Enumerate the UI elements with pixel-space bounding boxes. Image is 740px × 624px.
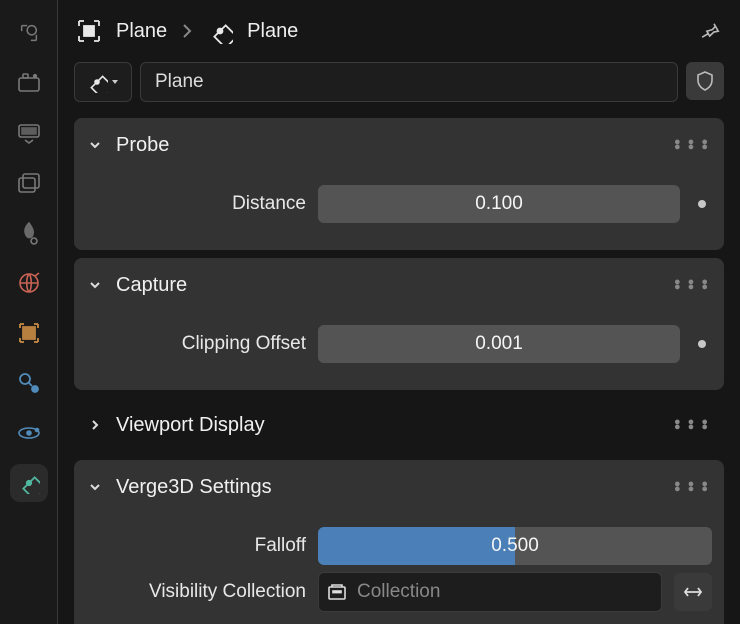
panel-capture: Capture Clipping Offset 0.001 <box>74 258 724 390</box>
tab-output-icon[interactable] <box>16 120 42 146</box>
datablock-name-field[interactable]: Plane <box>140 62 678 102</box>
panel-title: Probe <box>116 134 169 157</box>
clipping-offset-label: Clipping Offset <box>86 333 306 355</box>
datablock-type-selector[interactable] <box>74 62 132 102</box>
visibility-collection-label: Visibility Collection <box>86 581 306 603</box>
drag-grip-icon[interactable] <box>674 140 710 150</box>
tab-render-icon[interactable] <box>16 70 42 96</box>
distance-field[interactable]: 0.100 <box>318 185 680 223</box>
panel-probe: Probe Distance 0.100 <box>74 118 724 250</box>
distance-label: Distance <box>86 193 306 215</box>
tab-data-icon[interactable] <box>16 470 42 496</box>
tab-physics-icon[interactable] <box>16 420 42 446</box>
fake-user-toggle[interactable] <box>686 62 724 100</box>
panel-title: Capture <box>116 274 187 297</box>
property-tabs <box>0 0 58 624</box>
properties-main: Plane Plane Plane <box>58 0 740 624</box>
chevron-down-icon <box>88 138 106 152</box>
tab-tool-icon[interactable] <box>16 20 42 46</box>
breadcrumb-data[interactable]: Plane <box>247 20 298 43</box>
drag-grip-icon[interactable] <box>674 280 710 290</box>
tab-object-icon[interactable] <box>16 320 42 346</box>
panel-verge3d: Verge3D Settings Falloff 0.500 Visibilit… <box>74 460 724 624</box>
breadcrumb: Plane Plane <box>58 0 740 62</box>
panels-area: Probe Distance 0.100 Capture <box>58 118 740 624</box>
invert-button[interactable] <box>674 573 712 611</box>
breadcrumb-separator-icon <box>181 22 193 40</box>
visibility-collection-field[interactable]: Collection <box>318 572 662 612</box>
pin-icon[interactable] <box>698 19 722 43</box>
tab-constraints-icon[interactable] <box>16 370 42 396</box>
panel-title: Viewport Display <box>116 414 265 437</box>
panel-title: Verge3D Settings <box>116 476 272 499</box>
collection-placeholder: Collection <box>357 581 440 603</box>
object-select-icon[interactable] <box>76 18 102 44</box>
panel-verge3d-header[interactable]: Verge3D Settings <box>74 460 724 514</box>
data-icon[interactable] <box>207 18 233 44</box>
chevron-down-icon <box>88 278 106 292</box>
panel-capture-header[interactable]: Capture <box>74 258 724 312</box>
animate-dot-icon[interactable] <box>698 340 706 348</box>
chevron-right-icon <box>88 418 106 432</box>
panel-viewport-display: Viewport Display <box>74 398 724 452</box>
drag-grip-icon[interactable] <box>674 482 710 492</box>
collection-icon <box>327 583 347 601</box>
tab-world-icon[interactable] <box>16 270 42 296</box>
drag-grip-icon[interactable] <box>674 420 710 430</box>
tab-scene-icon[interactable] <box>16 220 42 246</box>
breadcrumb-object[interactable]: Plane <box>116 20 167 43</box>
falloff-label: Falloff <box>86 535 306 557</box>
datablock-row: Plane <box>58 62 740 118</box>
tab-viewlayer-icon[interactable] <box>16 170 42 196</box>
clipping-offset-field[interactable]: 0.001 <box>318 325 680 363</box>
animate-dot-icon[interactable] <box>698 200 706 208</box>
panel-probe-header[interactable]: Probe <box>74 118 724 172</box>
panel-viewport-header[interactable]: Viewport Display <box>74 398 724 452</box>
chevron-down-icon <box>88 480 106 494</box>
falloff-field[interactable]: 0.500 <box>318 527 712 565</box>
